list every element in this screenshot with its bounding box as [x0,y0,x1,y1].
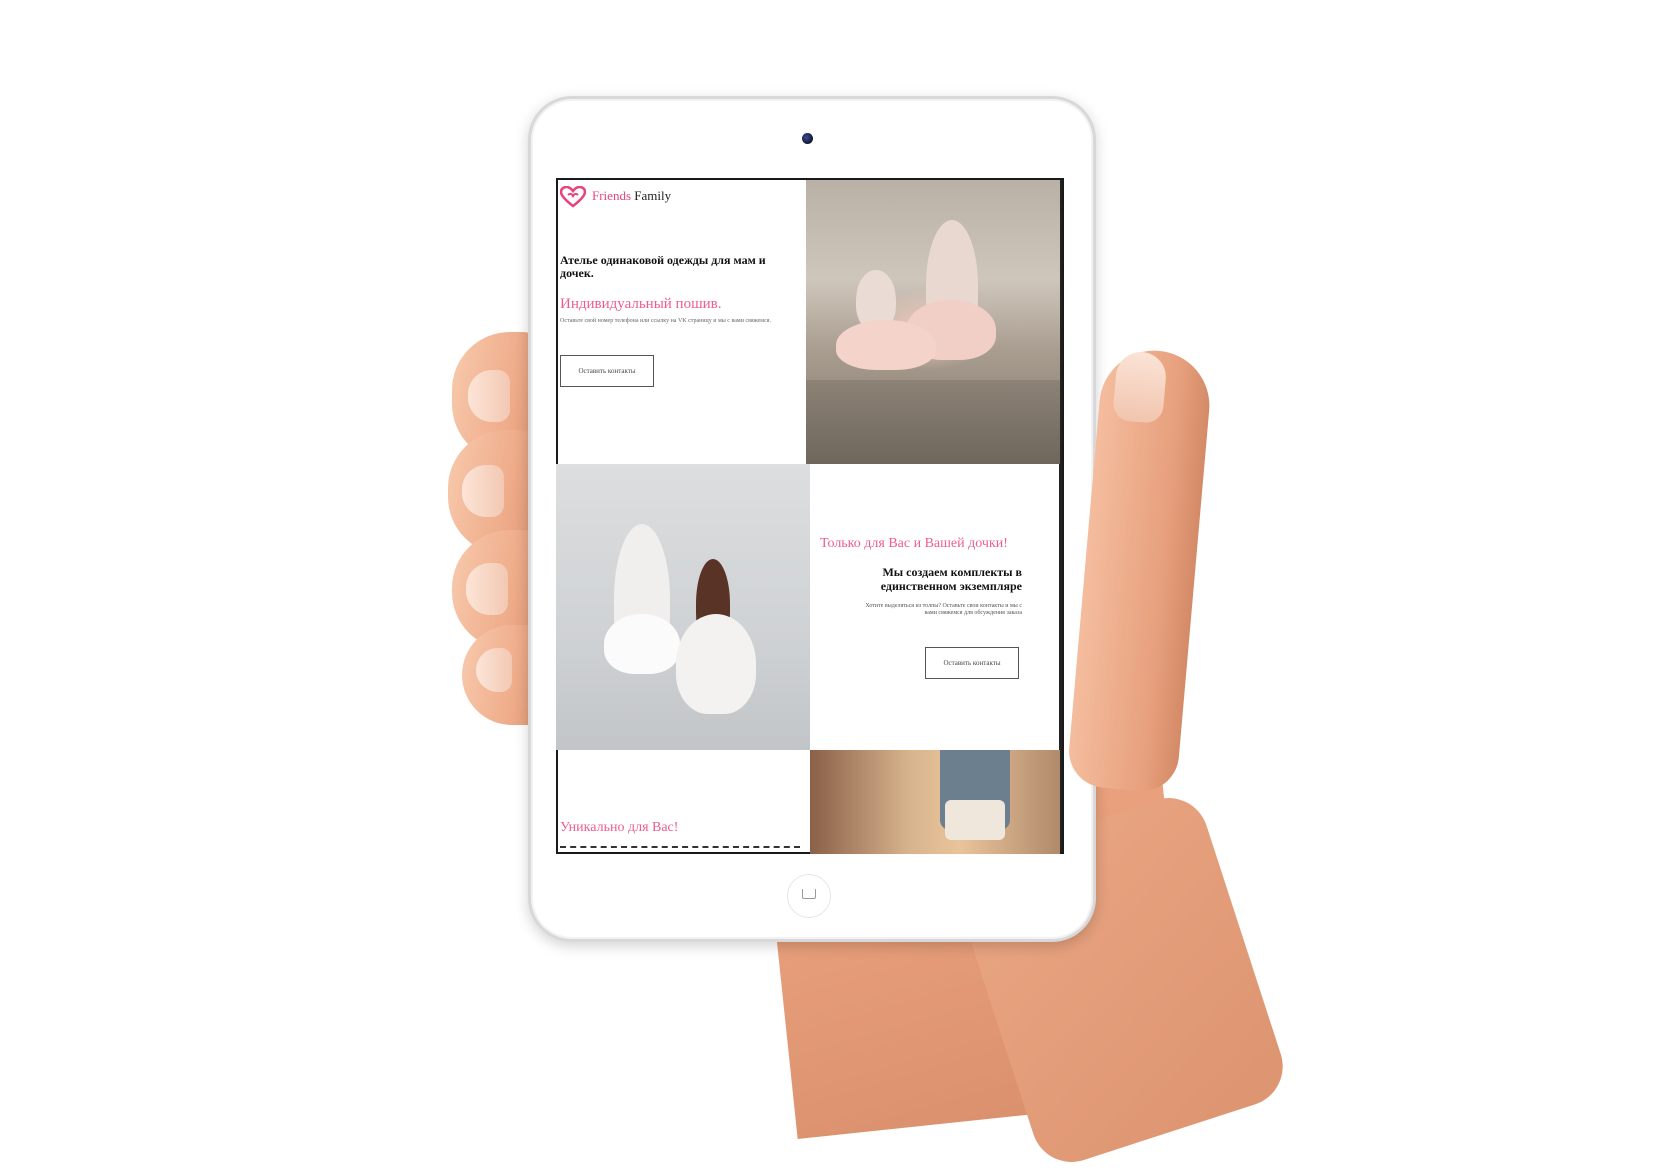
cut-off-text-line [560,846,800,854]
fingernail [468,370,510,422]
home-icon [802,889,816,899]
logo-word-friends: Friends [592,188,631,203]
section-three-photo [810,750,1060,854]
fingernail [476,648,512,692]
scene: Friends Family Ателье одинаковой одежды … [0,0,1680,1172]
section-two-photo [556,464,810,750]
logo-word-family: Family [634,188,672,203]
fingernail [462,465,504,517]
photo-dress-daughter [836,320,936,370]
leave-contacts-button-2[interactable]: Оставить контакты [925,647,1019,679]
photo-shorts [945,800,1005,840]
hero-note: Оставьте свой номер телефона или ссылку … [560,318,772,324]
section-two-heading: Мы создаем комплекты в единственном экзе… [880,565,1022,593]
section-two-note: Хотите выделяться из толпы? Оставьте сво… [865,603,1022,616]
camera-icon [802,133,813,144]
leave-contacts-button[interactable]: Оставить контакты [560,355,654,387]
photo-dress-mother [676,614,756,714]
photo-dress-girl [604,614,680,674]
hero-photo [806,180,1060,464]
heart-icon[interactable] [560,186,586,208]
hero-title: Ателье одинаковой одежды для мам и дочек… [560,253,766,280]
hero-subtitle: Индивидуальный пошив. [560,296,722,312]
photo-pavement [806,380,1060,464]
section-two-title: Только для Вас и Вашей дочки! [820,536,1008,551]
thumb-nail [1112,349,1168,425]
fingernail [466,563,508,615]
logo[interactable]: Friends Family [592,188,671,204]
section-three-title: Уникально для Вас! [560,820,679,835]
